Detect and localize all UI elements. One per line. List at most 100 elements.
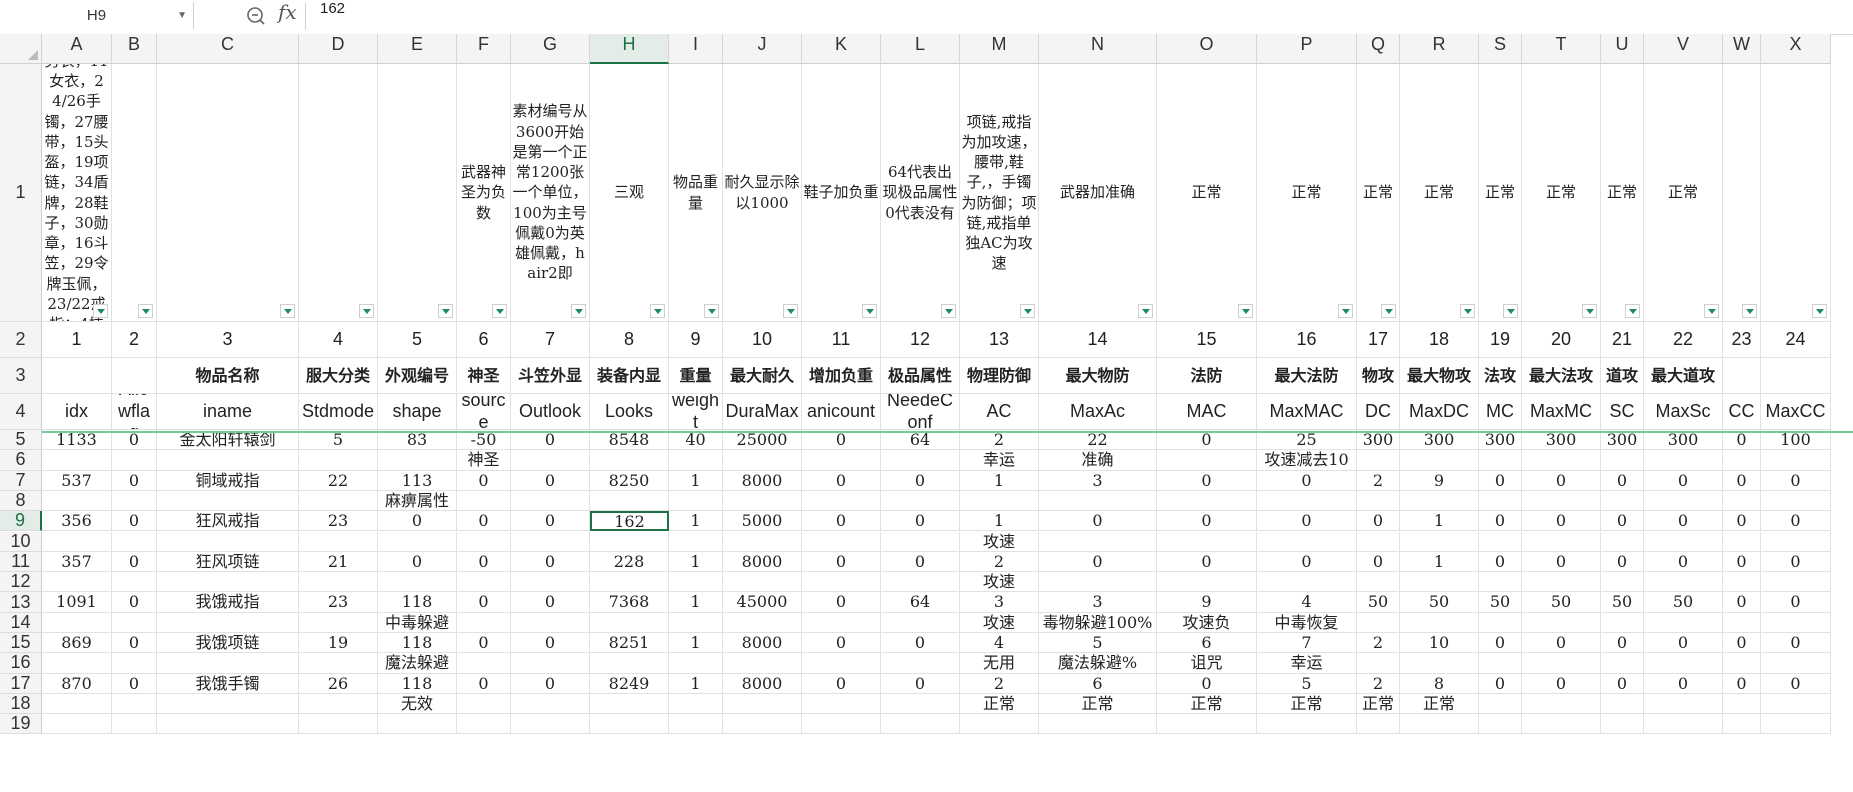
cell-d10[interactable] xyxy=(299,531,378,552)
cell-k14[interactable] xyxy=(802,612,881,633)
row-header-6[interactable]: 6 xyxy=(0,449,42,471)
cell-f13[interactable]: 0 xyxy=(457,592,511,613)
cell-x12[interactable] xyxy=(1761,572,1831,593)
cell-e17[interactable]: 118 xyxy=(378,673,457,694)
cell-n19[interactable] xyxy=(1039,714,1157,735)
cell-a15[interactable]: 869 xyxy=(42,633,112,654)
cell-d16[interactable] xyxy=(299,653,378,674)
cell-u13[interactable]: 50 xyxy=(1601,592,1644,613)
cell-o1[interactable]: 正常 xyxy=(1157,64,1257,322)
cell-c9[interactable]: 狂风戒指 xyxy=(157,511,299,532)
cell-o6[interactable] xyxy=(1157,450,1257,471)
cell-a9[interactable]: 356 xyxy=(42,511,112,532)
cell-l1[interactable]: 64代表出现极品属性0代表没有 xyxy=(881,64,960,322)
cell-t16[interactable] xyxy=(1522,653,1601,674)
cell-i3[interactable]: 重量 xyxy=(669,358,723,394)
cell-m9[interactable]: 1 xyxy=(960,511,1039,532)
cell-w14[interactable] xyxy=(1723,612,1761,633)
cell-g6[interactable] xyxy=(511,450,590,471)
cell-q5[interactable]: 300 xyxy=(1357,430,1400,451)
cell-f3[interactable]: 神圣 xyxy=(457,358,511,394)
cell-u19[interactable] xyxy=(1601,714,1644,735)
cell-l18[interactable] xyxy=(881,693,960,715)
cell-f5[interactable]: -50 xyxy=(457,430,511,451)
filter-dropdown-icon[interactable] xyxy=(704,304,719,318)
cell-a4[interactable]: idx xyxy=(42,394,112,430)
cell-m18[interactable]: 正常 xyxy=(960,693,1039,715)
cell-u3[interactable]: 道攻 xyxy=(1601,358,1644,394)
cell-g16[interactable] xyxy=(511,653,590,674)
cell-q15[interactable]: 2 xyxy=(1357,633,1400,654)
cell-j9[interactable]: 5000 xyxy=(723,511,802,532)
cell-u8[interactable] xyxy=(1601,490,1644,512)
cell-b7[interactable]: 0 xyxy=(112,470,157,491)
chevron-down-icon[interactable]: ▼ xyxy=(177,2,187,29)
cell-j14[interactable] xyxy=(723,612,802,633)
filter-dropdown-icon[interactable] xyxy=(1582,304,1597,318)
cell-o18[interactable]: 正常 xyxy=(1157,693,1257,715)
cell-w16[interactable] xyxy=(1723,653,1761,674)
column-header-a[interactable]: A xyxy=(42,34,112,64)
cell-h11[interactable]: 228 xyxy=(590,551,669,573)
row-header-5[interactable]: 5 xyxy=(0,429,42,451)
cell-s3[interactable]: 法攻 xyxy=(1479,358,1522,394)
select-all-corner[interactable] xyxy=(0,34,42,64)
cell-v5[interactable]: 300 xyxy=(1644,430,1723,451)
cell-x19[interactable] xyxy=(1761,714,1831,735)
cell-l16[interactable] xyxy=(881,653,960,674)
cell-p10[interactable] xyxy=(1257,531,1357,552)
cell-s9[interactable]: 0 xyxy=(1479,511,1522,532)
cell-g4[interactable]: Outlook xyxy=(511,394,590,430)
cell-e9[interactable]: 0 xyxy=(378,511,457,532)
cell-e1[interactable] xyxy=(378,64,457,322)
column-header-m[interactable]: M xyxy=(960,34,1039,64)
cell-q2[interactable]: 17 xyxy=(1357,322,1400,358)
cell-r18[interactable]: 正常 xyxy=(1400,693,1479,715)
cell-e2[interactable]: 5 xyxy=(378,322,457,358)
cell-w1[interactable] xyxy=(1723,64,1761,322)
cell-c17[interactable]: 我饿手镯 xyxy=(157,673,299,694)
cell-j12[interactable] xyxy=(723,572,802,593)
cell-q12[interactable] xyxy=(1357,572,1400,593)
cell-l2[interactable]: 12 xyxy=(881,322,960,358)
cell-q16[interactable] xyxy=(1357,653,1400,674)
cell-g8[interactable] xyxy=(511,490,590,512)
cell-k16[interactable] xyxy=(802,653,881,674)
cell-b11[interactable]: 0 xyxy=(112,551,157,573)
cell-r12[interactable] xyxy=(1400,572,1479,593)
cell-s16[interactable] xyxy=(1479,653,1522,674)
cell-x11[interactable]: 0 xyxy=(1761,551,1831,573)
cell-k9[interactable]: 0 xyxy=(802,511,881,532)
cell-o2[interactable]: 15 xyxy=(1157,322,1257,358)
cell-n17[interactable]: 6 xyxy=(1039,673,1157,694)
cell-l8[interactable] xyxy=(881,490,960,512)
cell-v11[interactable]: 0 xyxy=(1644,551,1723,573)
cell-a10[interactable] xyxy=(42,531,112,552)
cell-u6[interactable] xyxy=(1601,450,1644,471)
cell-n16[interactable]: 魔法躲避% xyxy=(1039,653,1157,674)
filter-dropdown-icon[interactable] xyxy=(1138,304,1153,318)
cell-h13[interactable]: 7368 xyxy=(590,592,669,613)
cell-d7[interactable]: 22 xyxy=(299,470,378,491)
cell-n15[interactable]: 5 xyxy=(1039,633,1157,654)
cell-q18[interactable]: 正常 xyxy=(1357,693,1400,715)
cell-e8[interactable]: 麻痹属性 xyxy=(378,490,457,512)
cell-s12[interactable] xyxy=(1479,572,1522,593)
cell-w13[interactable]: 0 xyxy=(1723,592,1761,613)
cell-x15[interactable]: 0 xyxy=(1761,633,1831,654)
column-header-q[interactable]: Q xyxy=(1357,34,1400,64)
cell-o8[interactable] xyxy=(1157,490,1257,512)
cell-w12[interactable] xyxy=(1723,572,1761,593)
cell-t6[interactable] xyxy=(1522,450,1601,471)
cell-n14[interactable]: 毒物躲避100% xyxy=(1039,612,1157,633)
cell-x16[interactable] xyxy=(1761,653,1831,674)
cell-i10[interactable] xyxy=(669,531,723,552)
cell-q1[interactable]: 正常 xyxy=(1357,64,1400,322)
filter-dropdown-icon[interactable] xyxy=(783,304,798,318)
cell-v1[interactable]: 正常 xyxy=(1644,64,1723,322)
filter-dropdown-icon[interactable] xyxy=(438,304,453,318)
cell-k13[interactable]: 0 xyxy=(802,592,881,613)
cell-x4[interactable]: MaxCC xyxy=(1761,394,1831,430)
cell-t10[interactable] xyxy=(1522,531,1601,552)
cell-t18[interactable] xyxy=(1522,693,1601,715)
